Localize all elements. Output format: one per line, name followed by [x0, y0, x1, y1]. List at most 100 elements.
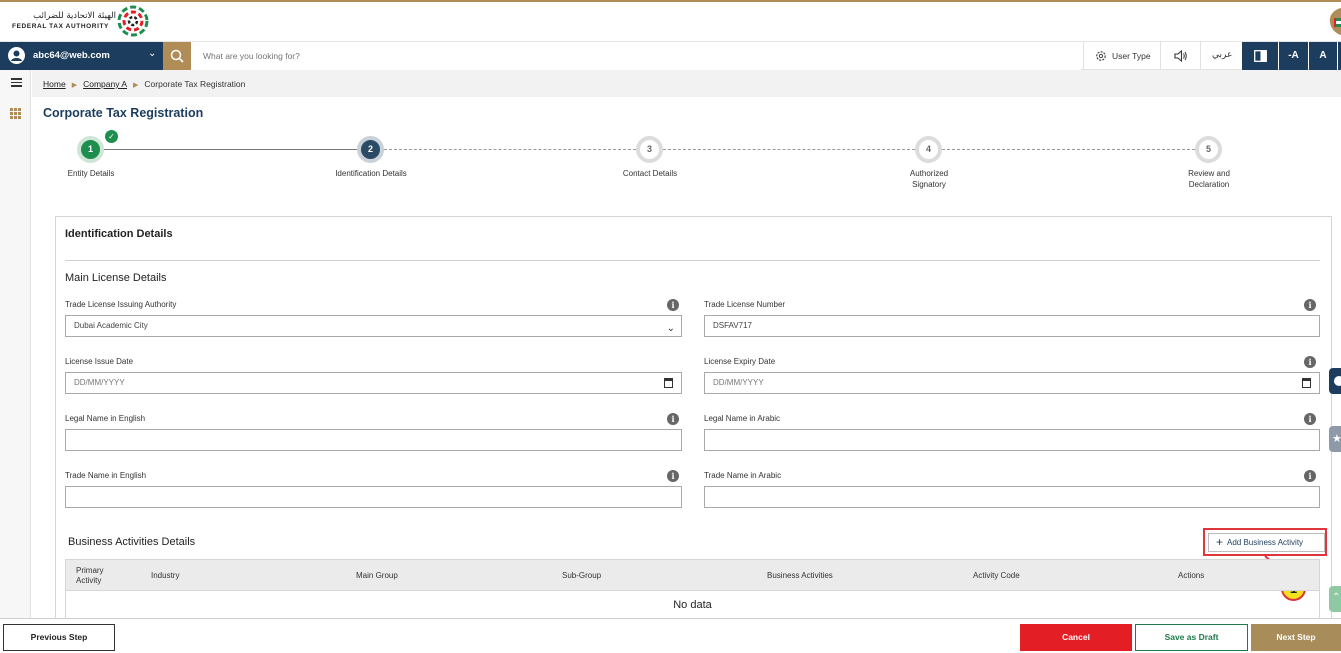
step-5-circle[interactable]: 5 [1195, 136, 1222, 163]
calendar-icon[interactable] [1302, 378, 1311, 388]
column-header: Business Activities [767, 571, 833, 580]
column-header: Sub-Group [562, 571, 602, 580]
legal-name-en-label: Legal Name in English [65, 414, 146, 423]
step-connector-pending [384, 149, 636, 150]
subsection-title: Main License Details [65, 272, 167, 284]
menu-icon[interactable] [11, 78, 22, 87]
info-icon[interactable]: i [667, 413, 679, 425]
fta-logo-text[interactable]: الهيئة الاتحادية للضرائب FEDERAL TAX AUT… [12, 11, 116, 31]
calendar-icon[interactable] [664, 378, 673, 388]
user-email: abc64@web.com [33, 50, 110, 61]
previous-step-button[interactable]: Previous Step [3, 624, 115, 651]
step-4-label: Authorized Signatory [909, 169, 949, 189]
identification-form-card [55, 216, 1332, 618]
chevron-down-icon: ⌄ [148, 48, 157, 59]
legal-name-en-input[interactable] [65, 429, 682, 451]
step-4-circle[interactable]: 4 [915, 136, 942, 163]
decrease-font-button[interactable]: -A [1279, 42, 1308, 70]
step-connector-pending [663, 149, 915, 150]
info-icon[interactable]: i [667, 470, 679, 482]
breadcrumb-company-link[interactable]: Company A [83, 79, 127, 89]
legal-name-ar-input[interactable] [704, 429, 1320, 451]
read-aloud-button[interactable] [1160, 42, 1200, 70]
apps-grid-icon[interactable] [10, 108, 21, 119]
increase-font-button[interactable]: A [1309, 42, 1337, 70]
trade-name-ar-label: Trade Name in Arabic [704, 471, 782, 480]
top-toolbar: abc64@web.com ⌄ User Type عربي -A A [0, 42, 1341, 70]
trade-name-en-input[interactable] [65, 486, 682, 508]
breadcrumb-current: Corporate Tax Registration [144, 79, 246, 89]
business-activities-title: Business Activities Details [68, 536, 196, 548]
save-as-draft-button[interactable]: Save as Draft [1135, 624, 1248, 651]
legal-name-ar-label: Legal Name in Arabic [704, 414, 781, 423]
license-number-input[interactable]: DSFAV717 [704, 315, 1320, 337]
step-3-circle[interactable]: 3 [636, 136, 663, 163]
license-number-label: Trade License Number [704, 300, 786, 309]
column-header: Primary Activity [76, 566, 104, 585]
breadcrumb-bar: Home ▶ Company A ▶ Corporate Tax Registratio… [32, 70, 1341, 97]
search-input[interactable] [191, 42, 1081, 70]
contrast-icon [1254, 50, 1267, 62]
table-empty-message: No data [65, 591, 1320, 618]
trade-name-en-label: Trade Name in English [65, 471, 147, 480]
issue-date-label: License Issue Date [65, 357, 134, 366]
info-icon[interactable]: i [667, 299, 679, 311]
column-header: Actions [1178, 571, 1205, 580]
step-2-label: Identification Details [335, 169, 407, 178]
check-icon: ✓ [105, 130, 118, 143]
user-account-menu[interactable]: abc64@web.com ⌄ [0, 42, 163, 70]
column-header: Industry [151, 571, 180, 580]
site-header: الهيئة الاتحادية للضرائب FEDERAL TAX AUT… [0, 2, 1341, 42]
info-icon[interactable]: i [1304, 413, 1316, 425]
issue-date-input[interactable]: DD/MM/YYYY [65, 372, 682, 394]
arrow-up-icon: ⌃ [1332, 592, 1341, 603]
step-5-label: Review and Declaration [1188, 169, 1230, 189]
trade-name-ar-input[interactable] [704, 486, 1320, 508]
license-number-value: DSFAV717 [713, 321, 752, 330]
breadcrumb-arrow-icon: ▶ [71, 82, 78, 89]
issuing-authority-value: Dubai Academic City [74, 321, 148, 330]
business-table-header: Primary Activity Industry Main Group Sub… [65, 559, 1320, 591]
step-connector-pending [942, 149, 1195, 150]
cancel-button[interactable]: Cancel [1020, 624, 1132, 651]
left-sidebar [0, 70, 31, 618]
page-title: Corporate Tax Registration [43, 106, 204, 120]
step-2-circle[interactable]: 2 [357, 136, 384, 163]
logo-english-text: FEDERAL TAX AUTHORITY [12, 23, 109, 30]
user-avatar-icon [8, 47, 25, 64]
section-title: Identification Details [65, 228, 173, 240]
step-connector-done [104, 149, 357, 150]
form-footer: Previous Step Cancel Save as Draft Next … [0, 618, 1341, 653]
expiry-date-label: License Expiry Date [704, 357, 776, 366]
column-header: Main Group [356, 571, 398, 580]
language-label: عربي [1212, 50, 1233, 60]
breadcrumb-home-link[interactable]: Home [43, 79, 66, 89]
step-3-label: Contact Details [622, 169, 678, 178]
next-step-button[interactable]: Next Step [1251, 624, 1341, 651]
info-icon[interactable]: i [1304, 299, 1316, 311]
contrast-toggle-button[interactable] [1242, 42, 1278, 70]
expiry-date-input[interactable]: DD/MM/YYYY [704, 372, 1320, 394]
breadcrumb: Home ▶ Company A ▶ Corporate Tax Registratio… [43, 79, 245, 89]
scroll-top-side-tab[interactable]: ⌃ [1329, 586, 1341, 612]
star-icon: ★ [1332, 433, 1341, 445]
column-header: Activity Code [973, 571, 1020, 580]
annotation-highlight-box [1203, 528, 1327, 556]
section-divider [65, 260, 1320, 261]
favorites-side-tab[interactable]: ★ [1329, 426, 1341, 452]
info-icon[interactable]: i [1304, 470, 1316, 482]
chat-side-tab[interactable] [1329, 368, 1341, 394]
step-1-circle[interactable]: 1 [77, 136, 104, 163]
issuing-authority-select[interactable]: Dubai Academic City ⌄ [65, 315, 682, 337]
user-type-label: User Type [1112, 51, 1151, 61]
chat-icon [1334, 376, 1341, 386]
chevron-down-icon: ⌄ [666, 323, 675, 334]
issue-date-placeholder: DD/MM/YYYY [74, 378, 125, 387]
language-toggle[interactable]: عربي [1200, 42, 1241, 70]
info-icon[interactable]: i [1304, 356, 1316, 368]
search-icon [170, 49, 184, 63]
step-1-label: Entity Details [67, 169, 115, 178]
search-button[interactable] [163, 42, 191, 70]
speaker-icon [1174, 50, 1187, 62]
user-type-button[interactable]: User Type [1083, 42, 1160, 70]
